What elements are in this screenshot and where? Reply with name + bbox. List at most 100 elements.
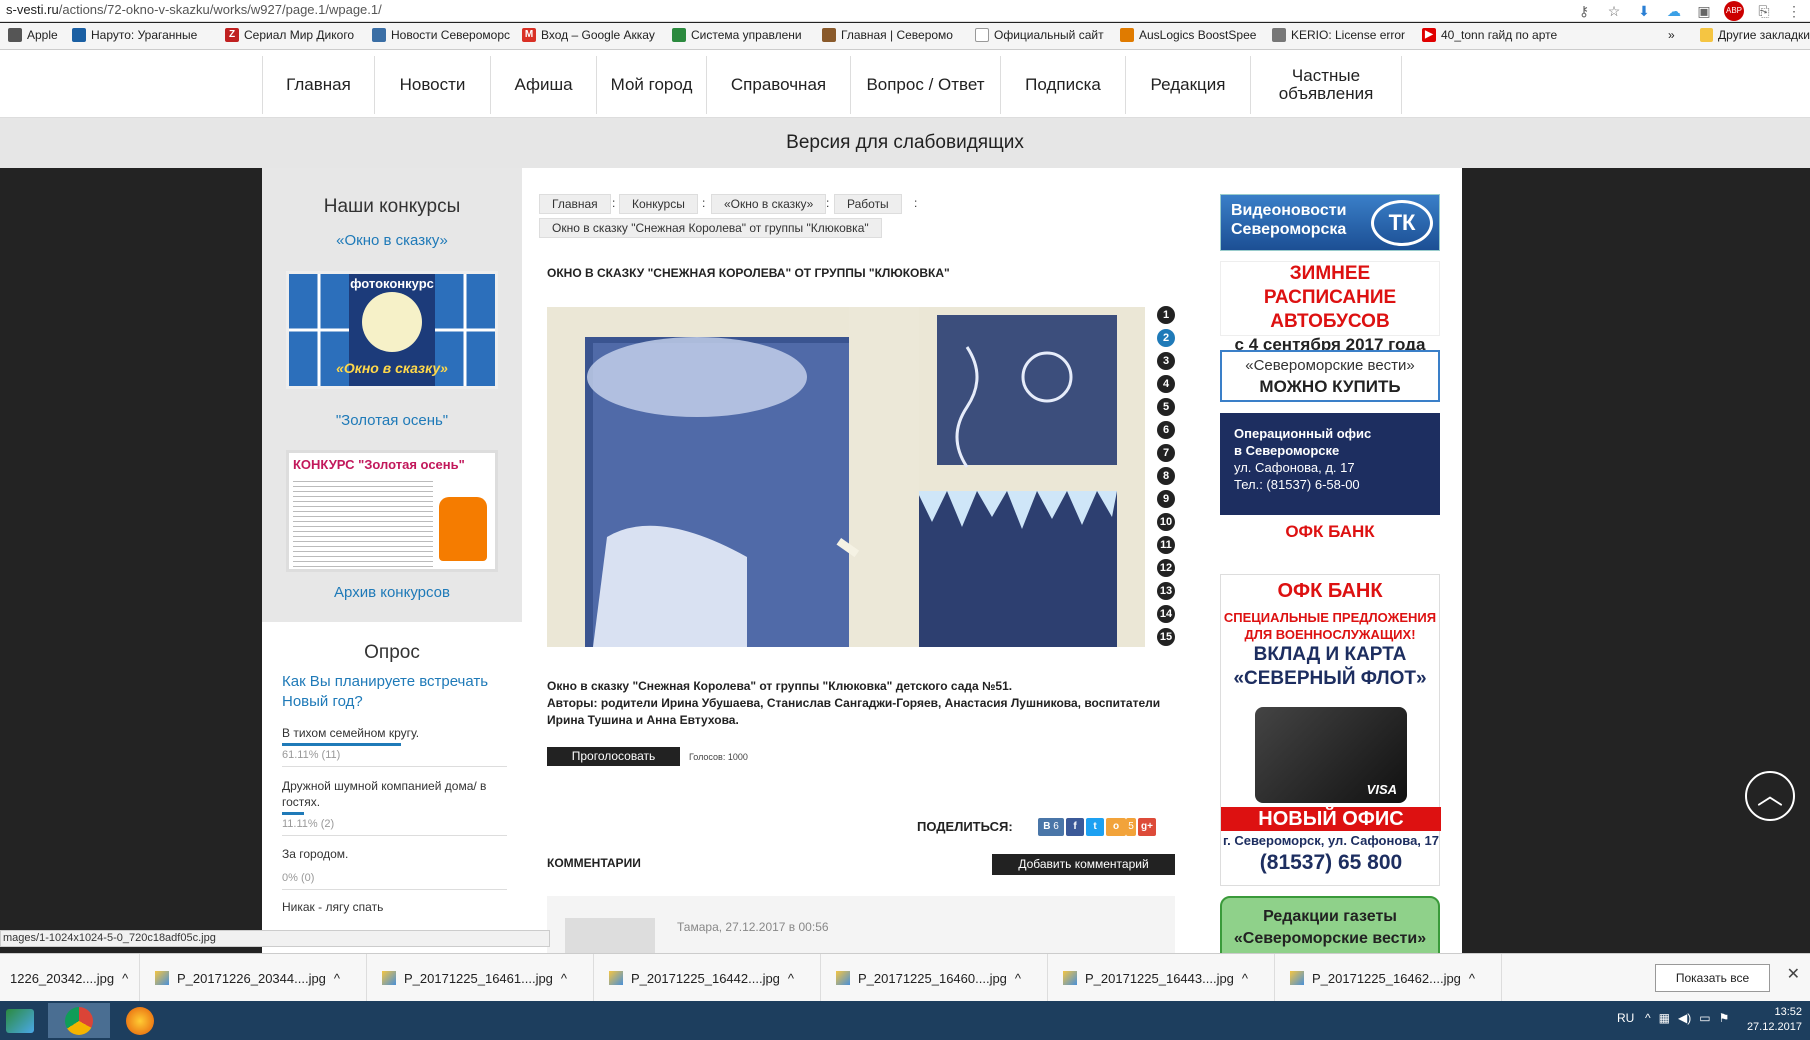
chevron-up-icon[interactable]: ^ <box>1645 1011 1651 1025</box>
chevron-up-icon[interactable]: ^ <box>1015 971 1021 986</box>
contest-link[interactable]: «Окно в сказку» <box>262 232 522 249</box>
bookmark-item[interactable]: Z Сериал Мир Дикого <box>225 28 365 42</box>
photo-page-button[interactable]: 9 <box>1157 490 1175 508</box>
language-indicator[interactable]: RU <box>1617 1011 1634 1025</box>
accessibility-version-link[interactable]: Версия для слабовидящих <box>0 118 1810 168</box>
url-text[interactable]: s-vesti.ru/actions/72-okno-v-skazku/work… <box>6 2 382 17</box>
nav-editorial[interactable]: Редакция <box>1125 56 1250 114</box>
adblock-icon[interactable]: ABP <box>1724 1 1744 21</box>
nav-main[interactable]: Главная <box>262 56 374 114</box>
scroll-to-top-button[interactable]: ︿ <box>1745 771 1795 821</box>
bookmark-item[interactable]: ▶ 40_tonn гайд по арте <box>1422 28 1562 42</box>
photo-page-button[interactable]: 8 <box>1157 467 1175 485</box>
chevron-up-icon[interactable]: ^ <box>1469 971 1475 986</box>
bookmark-item[interactable]: Новости Североморс <box>372 28 512 42</box>
star-icon[interactable]: ☆ <box>1604 1 1624 21</box>
address-bar[interactable]: s-vesti.ru/actions/72-okno-v-skazku/work… <box>0 0 1810 22</box>
photo-page-button[interactable]: 15 <box>1157 628 1175 646</box>
nav-afisha[interactable]: Афиша <box>490 56 596 114</box>
download-item[interactable]: P_20171225_16442....jpg ^ <box>599 954 821 1002</box>
bookmark-item[interactable]: Наруто: Ураганные <box>72 28 212 42</box>
ad-video-news[interactable]: Видеоновости Североморска ТК <box>1220 194 1440 251</box>
bookmarks-more[interactable]: » <box>1668 28 1675 42</box>
ad-newspaper-office[interactable]: Редакции газеты «Североморские вести» <box>1220 896 1440 958</box>
chevron-up-icon[interactable]: ^ <box>561 971 567 986</box>
photo-page-button[interactable]: 4 <box>1157 375 1175 393</box>
contest-archive-link[interactable]: Архив конкурсов <box>262 584 522 601</box>
breadcrumb-item[interactable]: «Окно в сказку» <box>711 194 827 214</box>
photo-page-button[interactable]: 1 <box>1157 306 1175 324</box>
download-item[interactable]: P_20171225_16461....jpg ^ <box>372 954 594 1002</box>
work-photo[interactable] <box>547 307 1145 647</box>
facebook-share-icon[interactable]: f <box>1066 818 1084 836</box>
bookmark-item[interactable]: M Вход – Google Аккау <box>522 28 662 42</box>
ad-ofk-military[interactable]: ОФК БАНК СПЕЦИАЛЬНЫЕ ПРЕДЛОЖЕНИЯ ДЛЯ ВОЕ… <box>1220 574 1441 886</box>
chevron-up-icon[interactable]: ^ <box>122 971 128 986</box>
breadcrumb-item[interactable]: Работы <box>834 194 902 214</box>
breadcrumb-item[interactable]: Конкурсы <box>619 194 698 214</box>
poll-option[interactable]: Дружной шумной компанией дома/ в гостях. <box>282 778 507 810</box>
nav-my-city[interactable]: Мой город <box>596 56 706 114</box>
nav-classifieds[interactable]: Частные объявления <box>1250 56 1402 114</box>
download-item[interactable]: P_20171225_16443....jpg ^ <box>1053 954 1275 1002</box>
breadcrumb-item[interactable]: Главная <box>539 194 611 214</box>
chevron-up-icon[interactable]: ^ <box>788 971 794 986</box>
download-item[interactable]: P_20171226_20344....jpg ^ <box>145 954 367 1002</box>
taskbar-firefox[interactable] <box>110 1003 170 1038</box>
photo-page-button[interactable]: 13 <box>1157 582 1175 600</box>
contest-thumbnail[interactable]: фотоконкурс «Окно в сказку» <box>286 271 498 389</box>
google-plus-share-icon[interactable]: g+ <box>1138 818 1156 836</box>
contest-link[interactable]: "Золотая осень" <box>262 412 522 429</box>
menu-icon[interactable]: ⋮ <box>1784 1 1804 21</box>
nav-qa[interactable]: Вопрос / Ответ <box>850 56 1000 114</box>
add-comment-button[interactable]: Добавить комментарий <box>992 854 1175 875</box>
chevron-up-icon[interactable]: ^ <box>1242 971 1248 986</box>
vote-button[interactable]: Проголосовать <box>547 747 680 766</box>
volume-icon[interactable]: ◀) <box>1678 1011 1691 1025</box>
nav-subscription[interactable]: Подписка <box>1000 56 1125 114</box>
download-item[interactable]: P_20171225_16460....jpg ^ <box>826 954 1048 1002</box>
photo-page-button[interactable]: 2 <box>1157 329 1175 347</box>
vk-share-icon[interactable]: В 6 <box>1038 818 1064 836</box>
start-button[interactable] <box>0 1003 40 1038</box>
ad-where-to-buy[interactable]: «Североморские вести» МОЖНО КУПИТЬ <box>1220 350 1440 402</box>
pdf-icon[interactable]: ⎘ <box>1754 1 1774 21</box>
poll-option[interactable]: Никак - лягу спать <box>282 900 507 914</box>
photo-page-button[interactable]: 3 <box>1157 352 1175 370</box>
photo-page-button[interactable]: 10 <box>1157 513 1175 531</box>
bookmark-item[interactable]: Система управлени <box>672 28 812 42</box>
show-all-downloads-button[interactable]: Показать все <box>1655 964 1770 992</box>
battery-icon[interactable]: ▭ <box>1699 1011 1710 1025</box>
extension-icon[interactable]: ⬇ <box>1634 1 1654 21</box>
photo-page-button[interactable]: 7 <box>1157 444 1175 462</box>
close-icon[interactable]: ✕ <box>1787 964 1800 984</box>
clock[interactable]: 13:52 27.12.2017 <box>1747 1005 1802 1035</box>
translate-icon[interactable]: ▣ <box>1694 1 1714 21</box>
photo-page-button[interactable]: 14 <box>1157 605 1175 623</box>
network-icon[interactable]: ▦ <box>1659 1011 1670 1025</box>
photo-page-button[interactable]: 11 <box>1157 536 1175 554</box>
bookmark-item[interactable]: Главная | Северомо <box>822 28 962 42</box>
cloud-icon[interactable]: ☁ <box>1664 1 1684 21</box>
photo-page-button[interactable]: 5 <box>1157 398 1175 416</box>
nav-news[interactable]: Новости <box>374 56 490 114</box>
taskbar-chrome[interactable] <box>48 1003 110 1038</box>
ad-ofk-office[interactable]: Операционный офис в Североморске ул. Саф… <box>1220 413 1440 563</box>
other-bookmarks[interactable]: Другие закладки <box>1700 28 1810 42</box>
poll-option[interactable]: В тихом семейном кругу. <box>282 726 507 740</box>
download-item[interactable]: 1226_20342....jpg ^ <box>0 954 140 1002</box>
bookmark-item[interactable]: KERIO: License error <box>1272 28 1412 42</box>
chevron-up-icon[interactable]: ^ <box>334 971 340 986</box>
nav-reference[interactable]: Справочная <box>706 56 850 114</box>
poll-option[interactable]: За городом. <box>282 847 507 861</box>
contest-thumbnail[interactable]: КОНКУРС "Золотая осень" <box>286 450 498 572</box>
ad-bus-schedule[interactable]: ЗИМНЕЕ РАСПИСАНИЕ АВТОБУСОВ с 4 сентября… <box>1220 261 1440 354</box>
flag-icon[interactable]: ⚑ <box>1719 1011 1730 1025</box>
key-icon[interactable]: ⚷ <box>1574 1 1594 21</box>
photo-page-button[interactable]: 6 <box>1157 421 1175 439</box>
download-item[interactable]: P_20171225_16462....jpg ^ <box>1280 954 1502 1002</box>
twitter-share-icon[interactable]: t <box>1086 818 1104 836</box>
photo-page-button[interactable]: 12 <box>1157 559 1175 577</box>
bookmark-item[interactable]: Apple <box>8 28 68 42</box>
bookmark-item[interactable]: Официальный сайт <box>975 28 1105 42</box>
